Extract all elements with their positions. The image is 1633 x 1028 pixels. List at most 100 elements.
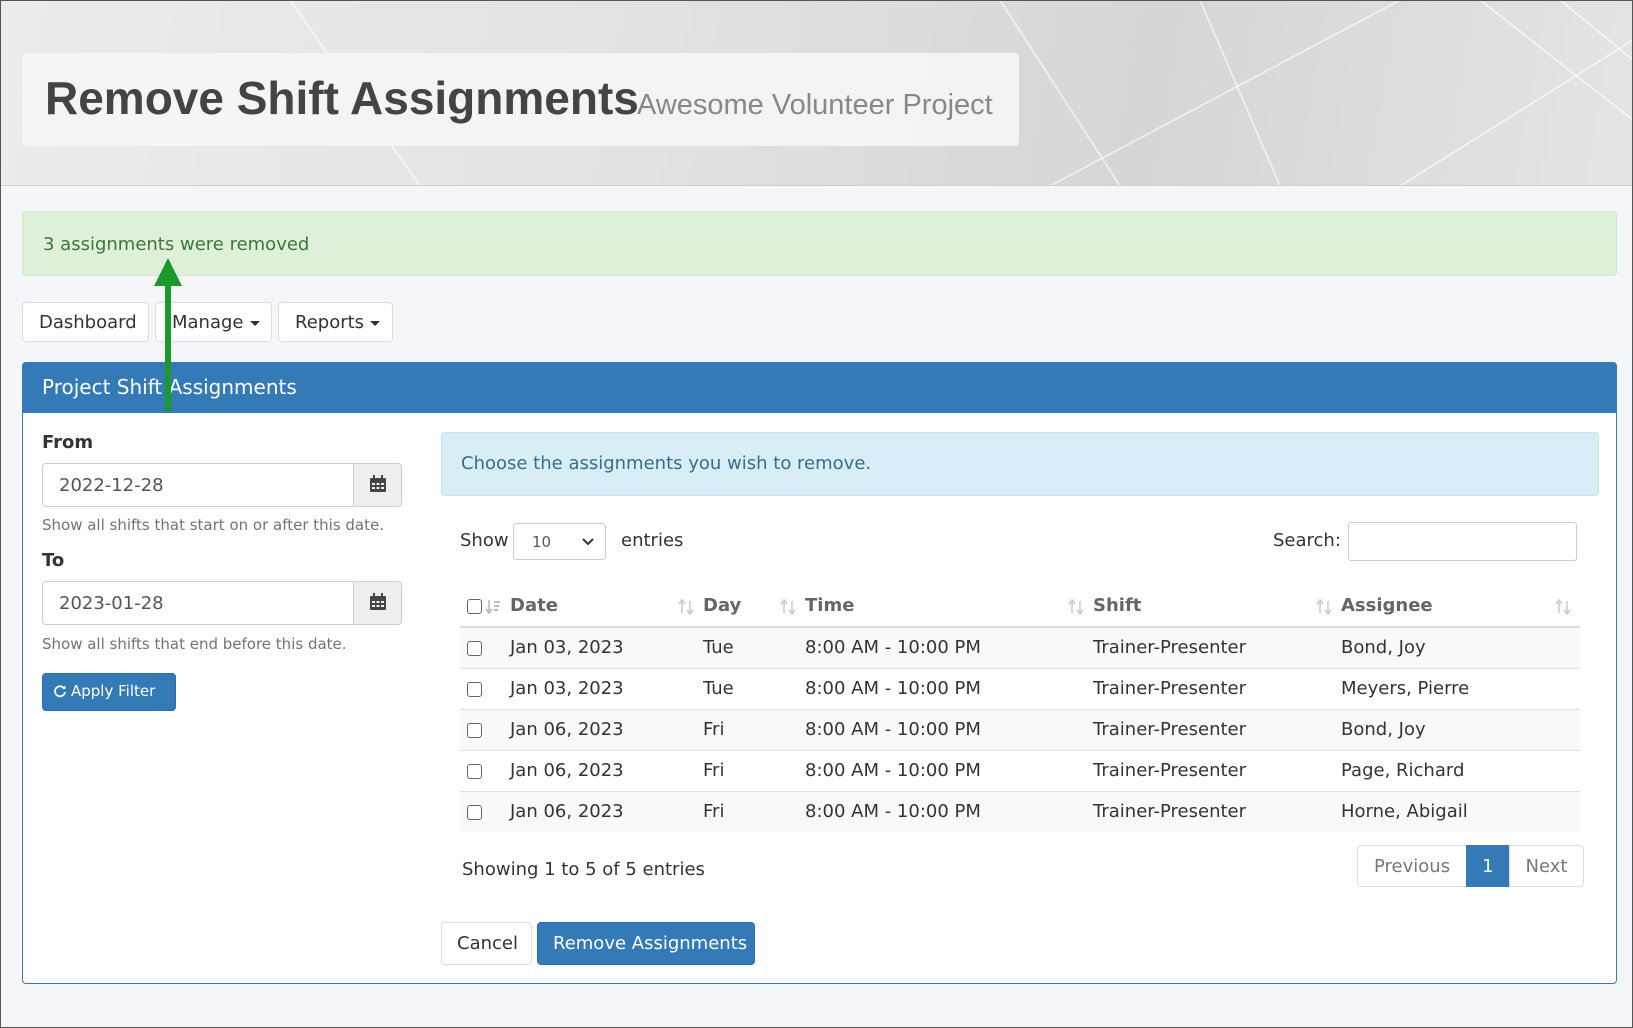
column-header-day[interactable]: Day xyxy=(703,585,805,628)
title-box: Remove Shift Assignments Awesome Volunte… xyxy=(22,53,1019,146)
sort-icon xyxy=(1068,598,1084,616)
to-date-field[interactable]: 2023-01-28 xyxy=(42,581,402,625)
time-cell: 8:00 AM - 10:00 PM xyxy=(805,790,1093,832)
sort-icon xyxy=(1316,598,1332,616)
sort-icon xyxy=(780,598,796,616)
annotation-arrow-icon xyxy=(154,258,182,411)
assignee-cell: Bond, Joy xyxy=(1341,626,1580,668)
column-header-assignee-label: Assignee xyxy=(1341,595,1433,616)
entries-label: entries xyxy=(621,530,684,551)
sort-icon xyxy=(678,598,694,616)
table-row: Jan 06, 2023 Fri 8:00 AM - 10:00 PM Trai… xyxy=(460,749,1580,791)
sort-asc-icon xyxy=(485,600,500,615)
column-header-shift[interactable]: Shift xyxy=(1093,585,1341,628)
table-row: Jan 06, 2023 Fri 8:00 AM - 10:00 PM Trai… xyxy=(460,790,1580,832)
assignee-cell: Bond, Joy xyxy=(1341,708,1580,750)
chevron-down-icon xyxy=(582,538,594,546)
row-select-cell xyxy=(460,749,510,791)
panel-heading: Project Shift Assignments xyxy=(23,363,1616,413)
table-header-row: Date Day Time Shift Assignee xyxy=(460,585,1580,628)
row-select-cell xyxy=(460,708,510,750)
day-cell: Tue xyxy=(703,667,805,709)
info-alert: Choose the assignments you wish to remov… xyxy=(441,432,1599,496)
column-header-date-label: Date xyxy=(510,595,558,616)
to-date-value: 2023-01-28 xyxy=(59,593,164,614)
row-checkbox[interactable] xyxy=(467,722,482,738)
row-select-cell xyxy=(460,626,510,668)
remove-assignments-button[interactable]: Remove Assignments xyxy=(537,922,755,965)
to-help-text: Show all shifts that end before this dat… xyxy=(42,635,347,653)
assignee-cell: Page, Richard xyxy=(1341,749,1580,791)
pagination: Previous 1 Next xyxy=(1357,845,1585,887)
time-cell: 8:00 AM - 10:00 PM xyxy=(805,626,1093,668)
project-shift-assignments-panel: Project Shift Assignments From 2022-12-2… xyxy=(22,362,1617,984)
search-label: Search: xyxy=(1273,530,1341,551)
cancel-button[interactable]: Cancel xyxy=(441,922,532,965)
table-row: Jan 03, 2023 Tue 8:00 AM - 10:00 PM Trai… xyxy=(460,667,1580,709)
assignments-table: Date Day Time Shift Assignee Jan 03, 202… xyxy=(460,585,1580,832)
reports-dropdown[interactable]: Reports xyxy=(278,302,393,342)
success-alert: 3 assignments were removed xyxy=(22,211,1617,276)
caret-down-icon xyxy=(370,320,381,326)
project-name: Awesome Volunteer Project xyxy=(637,89,993,121)
day-cell: Fri xyxy=(703,790,805,832)
row-checkbox[interactable] xyxy=(467,804,482,820)
from-calendar-button[interactable] xyxy=(353,464,401,506)
previous-page-button[interactable]: Previous xyxy=(1357,845,1468,887)
row-checkbox[interactable] xyxy=(467,681,482,697)
to-calendar-button[interactable] xyxy=(353,582,401,624)
caret-down-icon xyxy=(249,320,260,326)
column-header-time[interactable]: Time xyxy=(805,585,1093,628)
apply-filter-label: Apply Filter xyxy=(71,682,156,700)
time-cell: 8:00 AM - 10:00 PM xyxy=(805,708,1093,750)
date-cell: Jan 06, 2023 xyxy=(510,708,703,750)
shift-cell: Trainer-Presenter xyxy=(1093,749,1341,791)
date-cell: Jan 03, 2023 xyxy=(510,626,703,668)
calendar-icon xyxy=(370,475,386,492)
calendar-icon xyxy=(370,593,386,610)
day-cell: Fri xyxy=(703,749,805,791)
table-row: Jan 06, 2023 Fri 8:00 AM - 10:00 PM Trai… xyxy=(460,708,1580,750)
shift-cell: Trainer-Presenter xyxy=(1093,626,1341,668)
to-label: To xyxy=(42,550,65,571)
date-cell: Jan 03, 2023 xyxy=(510,667,703,709)
shift-cell: Trainer-Presenter xyxy=(1093,708,1341,750)
dashboard-button[interactable]: Dashboard xyxy=(22,302,149,342)
row-checkbox[interactable] xyxy=(467,640,482,656)
table-row: Jan 03, 2023 Tue 8:00 AM - 10:00 PM Trai… xyxy=(460,626,1580,668)
entries-per-page-value: 10 xyxy=(532,533,552,551)
search-input[interactable] xyxy=(1348,522,1577,561)
row-select-cell xyxy=(460,667,510,709)
reports-dropdown-label: Reports xyxy=(295,312,365,333)
day-cell: Tue xyxy=(703,626,805,668)
day-cell: Fri xyxy=(703,708,805,750)
from-label: From xyxy=(42,432,94,453)
refresh-icon xyxy=(54,685,66,698)
date-cell: Jan 06, 2023 xyxy=(510,749,703,791)
success-alert-message: 3 assignments were removed xyxy=(43,234,310,255)
from-date-field[interactable]: 2022-12-28 xyxy=(42,463,402,507)
column-header-date[interactable]: Date xyxy=(510,585,703,628)
show-label: Show xyxy=(460,530,509,551)
assignee-cell: Horne, Abigail xyxy=(1341,790,1580,832)
info-alert-message: Choose the assignments you wish to remov… xyxy=(461,453,872,474)
assignee-cell: Meyers, Pierre xyxy=(1341,667,1580,709)
date-cell: Jan 06, 2023 xyxy=(510,790,703,832)
apply-filter-button[interactable]: Apply Filter xyxy=(42,673,176,711)
column-header-time-label: Time xyxy=(805,595,855,616)
next-page-button[interactable]: Next xyxy=(1508,845,1585,887)
select-all-header xyxy=(460,585,510,628)
cancel-button-label: Cancel xyxy=(457,933,518,954)
from-help-text: Show all shifts that start on or after t… xyxy=(42,516,384,534)
column-header-assignee[interactable]: Assignee xyxy=(1341,585,1580,628)
select-all-checkbox[interactable] xyxy=(467,598,482,614)
entries-per-page-select[interactable]: 10 xyxy=(513,523,606,560)
header-banner: Remove Shift Assignments Awesome Volunte… xyxy=(0,0,1633,186)
shift-cell: Trainer-Presenter xyxy=(1093,790,1341,832)
row-checkbox[interactable] xyxy=(467,763,482,779)
row-select-cell xyxy=(460,790,510,832)
from-date-value: 2022-12-28 xyxy=(59,475,164,496)
page-title: Remove Shift Assignments xyxy=(45,72,639,124)
sort-icon xyxy=(1555,598,1571,616)
page-1-button[interactable]: 1 xyxy=(1466,845,1510,887)
